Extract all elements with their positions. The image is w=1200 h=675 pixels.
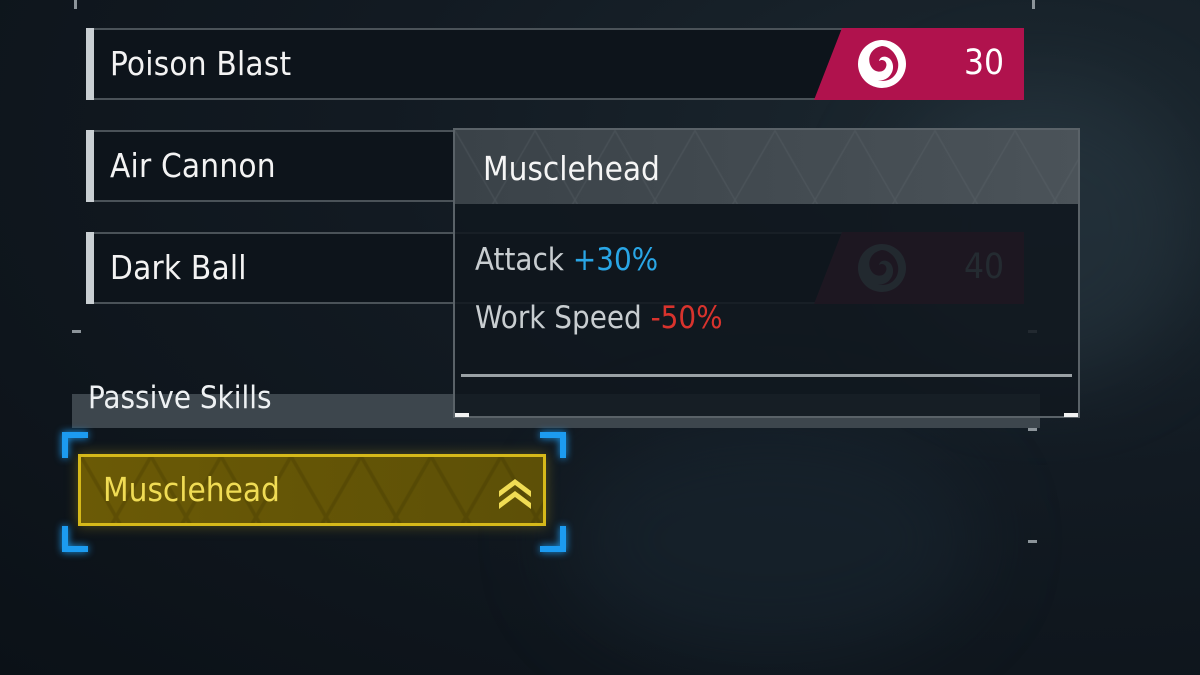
selection-bracket xyxy=(540,432,566,458)
passive-skill-name: Musclehead xyxy=(103,470,280,509)
tooltip-title: Musclehead xyxy=(483,149,660,188)
effect-work-speed: Work Speed -50% xyxy=(475,300,723,336)
passive-skill-card[interactable]: Musclehead xyxy=(78,454,546,526)
tooltip-footer xyxy=(455,412,1078,417)
footer-tick xyxy=(455,413,469,417)
skill-name: Air Cannon xyxy=(110,146,276,185)
skill-name: Poison Blast xyxy=(110,44,292,83)
effect-value: +30% xyxy=(572,242,659,278)
effect-attack: Attack +30% xyxy=(475,242,658,278)
tooltip-header: Musclehead xyxy=(455,130,1078,204)
frame-tick xyxy=(1032,0,1035,9)
frame-tick xyxy=(74,0,77,9)
footer-tick xyxy=(1064,413,1078,417)
rank-up-chevrons-icon xyxy=(499,479,531,509)
tooltip-divider xyxy=(461,374,1072,377)
skill-name: Dark Ball xyxy=(110,248,247,287)
skill-power: 30 xyxy=(963,43,1004,83)
frame-tick xyxy=(1028,428,1037,431)
background-glow xyxy=(560,420,980,660)
element-badge: 30 xyxy=(814,28,1024,100)
selection-bracket xyxy=(540,526,566,552)
active-skill-row[interactable]: Poison Blast 30 xyxy=(86,28,1024,100)
dark-element-icon xyxy=(858,40,906,88)
selection-bracket xyxy=(62,526,88,552)
effect-label: Attack xyxy=(475,242,564,278)
frame-tick xyxy=(1028,540,1037,543)
effect-value: -50% xyxy=(650,300,723,336)
skill-tooltip: Musclehead Attack +30% Work Speed -50% xyxy=(453,128,1080,418)
selection-bracket xyxy=(62,432,88,458)
section-title: Passive Skills xyxy=(88,380,272,416)
effect-label: Work Speed xyxy=(475,300,642,336)
frame-tick xyxy=(72,330,81,333)
